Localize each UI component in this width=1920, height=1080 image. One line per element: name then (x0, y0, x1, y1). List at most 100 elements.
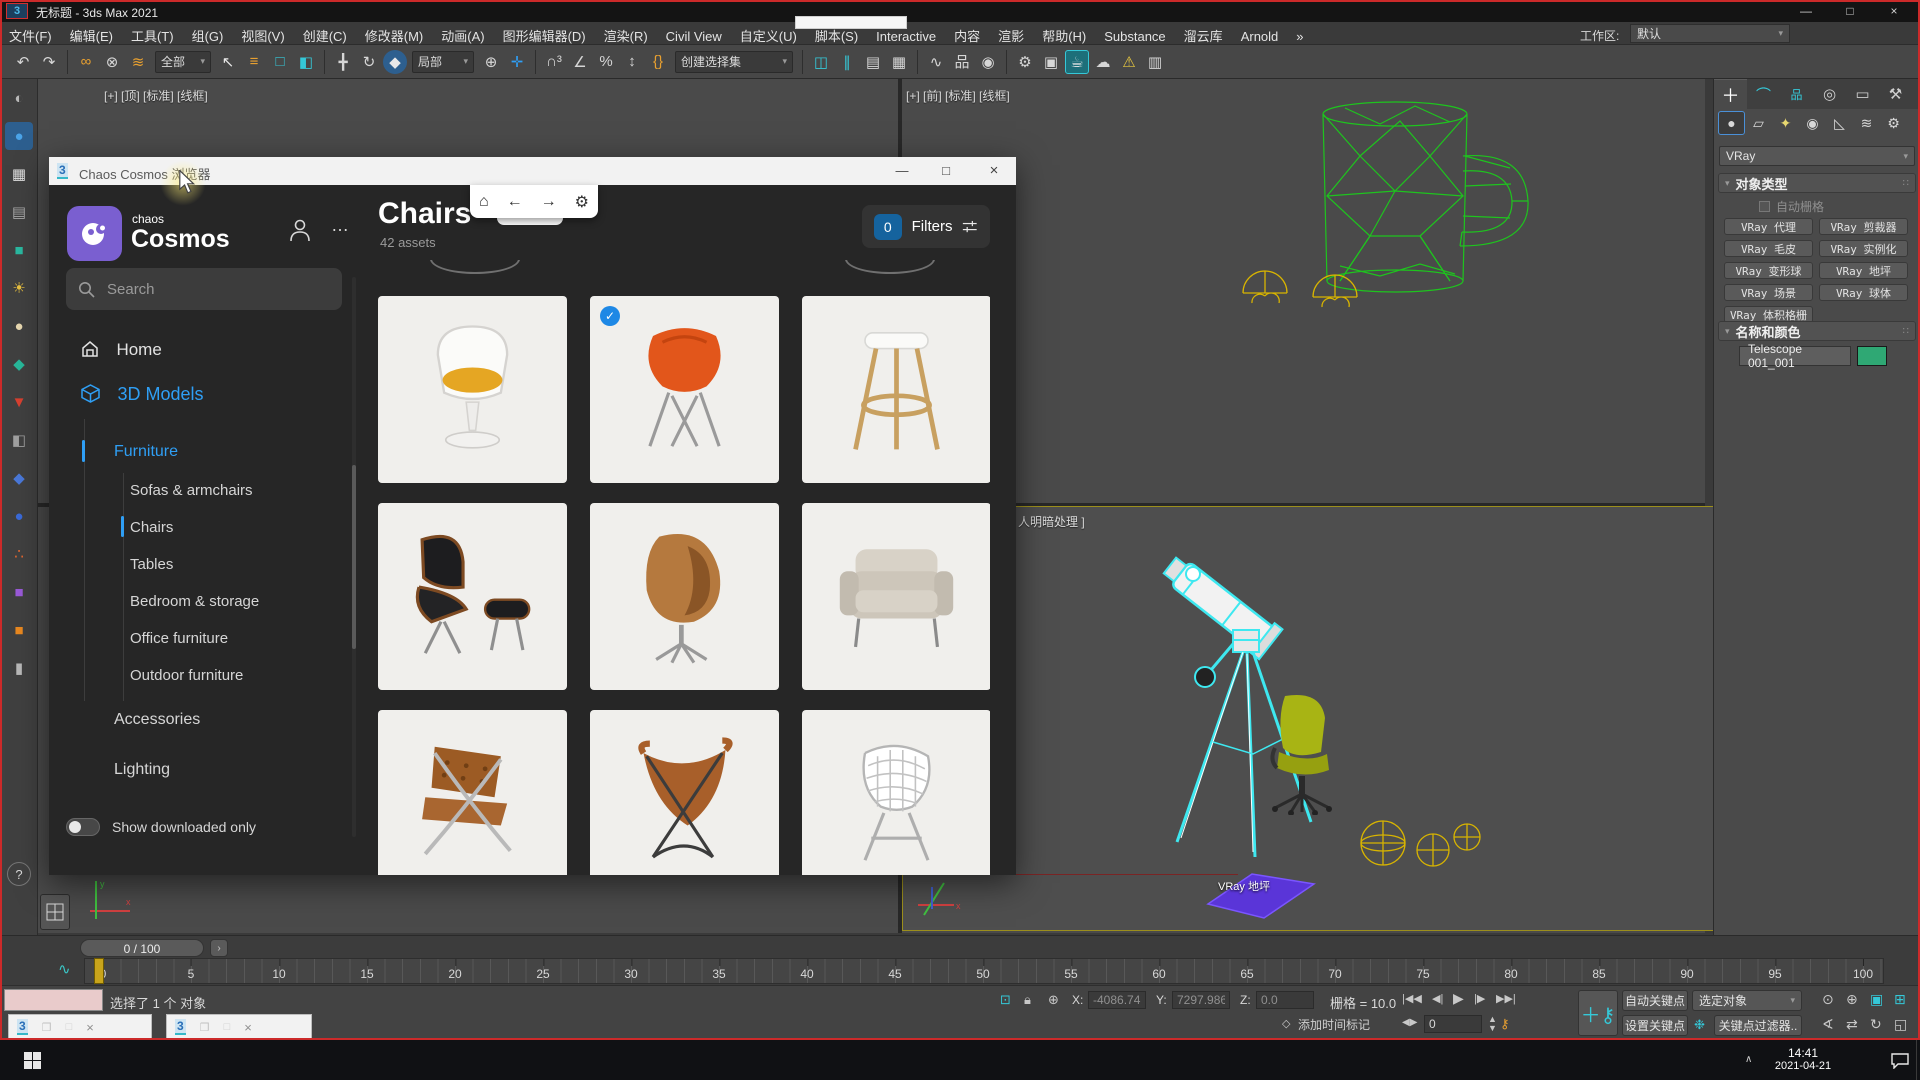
menu-item-1[interactable]: 编辑(E) (61, 22, 122, 45)
sidebar-item-home[interactable]: Home (80, 339, 162, 360)
filters-button[interactable]: 0 Filters (862, 205, 990, 248)
play-icon[interactable]: ▶ (1453, 990, 1464, 1007)
align-icon[interactable]: ∥ (835, 50, 859, 74)
isolate-selection-icon[interactable]: ⊡ (1000, 992, 1011, 1008)
go-to-start-icon[interactable]: |◀◀ (1402, 992, 1422, 1005)
diamond-teal-icon[interactable]: ◆ (5, 350, 33, 378)
close-icon[interactable]: × (86, 1020, 94, 1035)
rendered-frame-icon[interactable]: ▣ (1039, 50, 1063, 74)
autogrid-row[interactable]: 自动栅格 (1759, 198, 1824, 215)
render-icon[interactable]: ☕ (1065, 50, 1089, 74)
auto-key-button[interactable]: 自动关键点 (1622, 990, 1688, 1011)
sidebar-item-furniture[interactable]: Furniture (114, 443, 178, 461)
purple-square-icon[interactable]: ■ (5, 578, 33, 606)
menu-item-3[interactable]: 组(G) (183, 22, 233, 45)
restore-icon[interactable]: ❐ (42, 1021, 52, 1034)
search-box[interactable] (66, 268, 342, 310)
select-object-icon[interactable]: ↖ (216, 50, 240, 74)
undo-icon[interactable]: ↶ (11, 50, 35, 74)
downloaded-only-toggle[interactable] (66, 818, 100, 836)
tab-utilities[interactable]: ⚒ (1879, 79, 1912, 109)
selection-filter-dropdown[interactable]: 全部▾ (155, 51, 211, 73)
key-mode-icon[interactable]: ⚷ (1500, 1016, 1510, 1032)
curve-editor-icon[interactable]: ∿ (924, 50, 948, 74)
snap-spinner-icon[interactable]: ↕ (620, 50, 644, 74)
asset-card-tulip-armchair[interactable] (378, 296, 567, 483)
sidebar-item-chairs[interactable]: Chairs (130, 519, 173, 536)
render-setup-icon[interactable]: ⚙ (1013, 50, 1037, 74)
schematic-view-icon[interactable]: 品 (950, 50, 974, 74)
tab-create[interactable]: ＋ (1714, 79, 1747, 109)
sidebar-item-sofas-armchairs[interactable]: Sofas & armchairs (130, 482, 253, 499)
close-button[interactable]: × (1874, 0, 1914, 22)
snap-angle-icon[interactable]: ∠ (568, 50, 592, 74)
manipulate-icon[interactable]: ✛ (505, 50, 529, 74)
workspace-dropdown[interactable]: 默认 ▾ (1630, 24, 1790, 43)
snap-percent-icon[interactable]: % (594, 50, 618, 74)
menu-item-0[interactable]: 文件(F) (0, 22, 61, 45)
show-desktop-divider[interactable] (1916, 1040, 1917, 1080)
maxscript-mini-listener[interactable] (4, 989, 103, 1011)
diamond-blue-icon[interactable]: ◆ (5, 464, 33, 492)
next-frame-button[interactable]: › (210, 939, 228, 957)
list-icon[interactable]: ▤ (5, 198, 33, 226)
menu-item-2[interactable]: 工具(T) (122, 22, 183, 45)
rect-region-icon[interactable]: □ (268, 50, 292, 74)
zoom-icon[interactable]: ⊙ (1822, 991, 1834, 1008)
help-icon[interactable]: ? (7, 862, 31, 886)
next-frame-icon[interactable]: |▶ (1474, 992, 1485, 1005)
tab-motion[interactable]: ◎ (1813, 79, 1846, 109)
asset-card-barcelona-chair[interactable] (378, 710, 567, 875)
office-chair-object[interactable] (1255, 690, 1360, 815)
cosmos-maximize-button[interactable]: □ (924, 157, 968, 185)
autogrid-checkbox[interactable] (1759, 201, 1770, 212)
z-coordinate-field[interactable] (1256, 991, 1314, 1009)
cat-lights[interactable]: ✦ (1772, 111, 1799, 135)
asset-card-orange-shell-chair[interactable]: ✓ (590, 296, 779, 483)
menu-item-14[interactable]: 内容 (945, 22, 989, 45)
sidebar-scrollbar-thumb[interactable] (352, 465, 356, 649)
nav-home-icon[interactable]: ⌂ (479, 193, 489, 211)
previous-frame-icon[interactable]: ◀| (1432, 992, 1443, 1005)
cosmos-titlebar[interactable]: 3 Chaos Cosmos 浏览器 — □ × (49, 157, 1016, 185)
vray-button-vray-球体[interactable]: VRay 球体 (1819, 284, 1908, 301)
menu-item-18[interactable]: 溜云库 (1175, 22, 1232, 45)
sidebar-item-outdoor-furniture[interactable]: Outdoor furniture (130, 667, 243, 684)
vray-button-vray-地坪[interactable]: VRay 地坪 (1819, 262, 1908, 279)
menu-item-15[interactable]: 渲影 (989, 22, 1033, 45)
material-editor-icon[interactable]: ◉ (976, 50, 1000, 74)
pan-tool-icon[interactable]: ◐ (5, 84, 33, 112)
vray-button-vray-场景[interactable]: VRay 场景 (1724, 284, 1813, 301)
rotate-icon[interactable]: ↻ (357, 50, 381, 74)
vray-plane-object[interactable] (1198, 868, 1318, 920)
cat-systems[interactable]: ⚙ (1880, 111, 1907, 135)
mini-curve-editor-icon[interactable]: ∿ (58, 960, 71, 978)
asset-card-wire-chair[interactable] (802, 710, 990, 875)
ribbon-icon[interactable]: ▦ (887, 50, 911, 74)
sidebar-item-3d-models[interactable]: 3D Models (80, 383, 204, 405)
tab-display[interactable]: ▭ (1846, 79, 1879, 109)
zoom-all-icon[interactable]: ⊕ (1846, 991, 1858, 1008)
sun-light-icon[interactable]: ☀ (5, 274, 33, 302)
dome-light-helpers[interactable] (1238, 261, 1388, 311)
viewport-layout-tabs[interactable] (40, 894, 70, 930)
menu-item-8[interactable]: 图形编辑器(D) (494, 22, 595, 45)
track-bar[interactable]: 0510152025303540455055606570758085909510… (84, 958, 1884, 984)
asset-card-lounge-chair-ottoman[interactable] (378, 503, 567, 690)
half-box-icon[interactable]: ◧ (5, 426, 33, 454)
warning-icon[interactable]: ⚠ (1117, 50, 1141, 74)
cat-shapes[interactable]: ▱ (1745, 111, 1772, 135)
bind-spacewarp-icon[interactable]: ≋ (126, 50, 150, 74)
sidebar-item-bedroom-storage[interactable]: Bedroom & storage (130, 593, 259, 610)
select-by-name-icon[interactable]: ≡ (242, 50, 266, 74)
maximize-icon[interactable]: □ (66, 1021, 73, 1033)
go-to-end-icon[interactable]: ▶▶| (1496, 992, 1516, 1005)
account-icon[interactable] (287, 217, 313, 243)
frame-spinner[interactable]: ▲▼ (1488, 1015, 1497, 1033)
dots-orange-icon[interactable]: ∴ (5, 540, 33, 568)
menu-item-7[interactable]: 动画(A) (432, 22, 493, 45)
tab-hierarchy[interactable]: 品 (1780, 79, 1813, 109)
set-keys-button[interactable]: ＋⚷ (1578, 990, 1618, 1036)
cat-geometry[interactable]: ● (1718, 111, 1745, 135)
mirror-icon[interactable]: ◫ (809, 50, 833, 74)
